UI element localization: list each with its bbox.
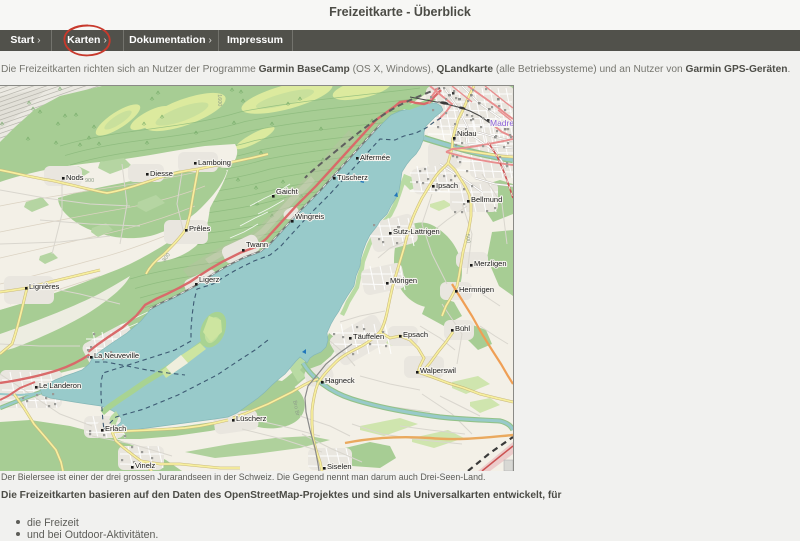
svg-text:Tüscherz: Tüscherz xyxy=(337,173,368,182)
svg-text:Wingreis: Wingreis xyxy=(295,212,324,221)
svg-text:1600: 1600 xyxy=(216,94,222,106)
svg-text:Mörigen: Mörigen xyxy=(390,276,417,285)
svg-text:Diesse: Diesse xyxy=(150,169,173,178)
svg-text:900: 900 xyxy=(85,178,94,184)
svg-text:Epsach: Epsach xyxy=(403,330,428,339)
svg-text:Nods: Nods xyxy=(66,173,84,182)
svg-text:Bühl: Bühl xyxy=(455,324,470,333)
svg-text:Ligerz: Ligerz xyxy=(199,275,220,284)
svg-text:Sutz-Lattrigen: Sutz-Lattrigen xyxy=(393,227,440,236)
svg-text:Gaicht: Gaicht xyxy=(276,187,299,196)
svg-text:Erlach: Erlach xyxy=(105,424,126,433)
svg-text:Ipsach: Ipsach xyxy=(436,181,458,190)
svg-text:Madret: Madret xyxy=(490,118,513,128)
svg-text:Alfermée: Alfermée xyxy=(360,153,390,162)
svg-text:Täuffelen: Täuffelen xyxy=(353,332,384,341)
svg-text:Le Landeron: Le Landeron xyxy=(39,381,81,390)
svg-text:Lignières: Lignières xyxy=(29,282,60,291)
svg-text:Walperswil: Walperswil xyxy=(420,366,456,375)
svg-text:Hermrigen: Hermrigen xyxy=(459,285,494,294)
svg-text:La Neuveville: La Neuveville xyxy=(94,351,139,360)
svg-text:Twann: Twann xyxy=(246,240,268,249)
svg-text:Prêles: Prêles xyxy=(189,224,211,233)
svg-text:Nidau: Nidau xyxy=(457,129,477,138)
svg-text:Siselen: Siselen xyxy=(327,462,352,471)
svg-text:Bellmund: Bellmund xyxy=(471,195,502,204)
svg-text:Lüscherz: Lüscherz xyxy=(236,414,267,423)
svg-text:Hagneck: Hagneck xyxy=(325,376,355,385)
svg-text:Lamboing: Lamboing xyxy=(198,158,231,167)
svg-text:Merzligen: Merzligen xyxy=(474,259,507,268)
svg-text:500: 500 xyxy=(464,234,471,244)
svg-text:Vinelz: Vinelz xyxy=(135,461,156,470)
